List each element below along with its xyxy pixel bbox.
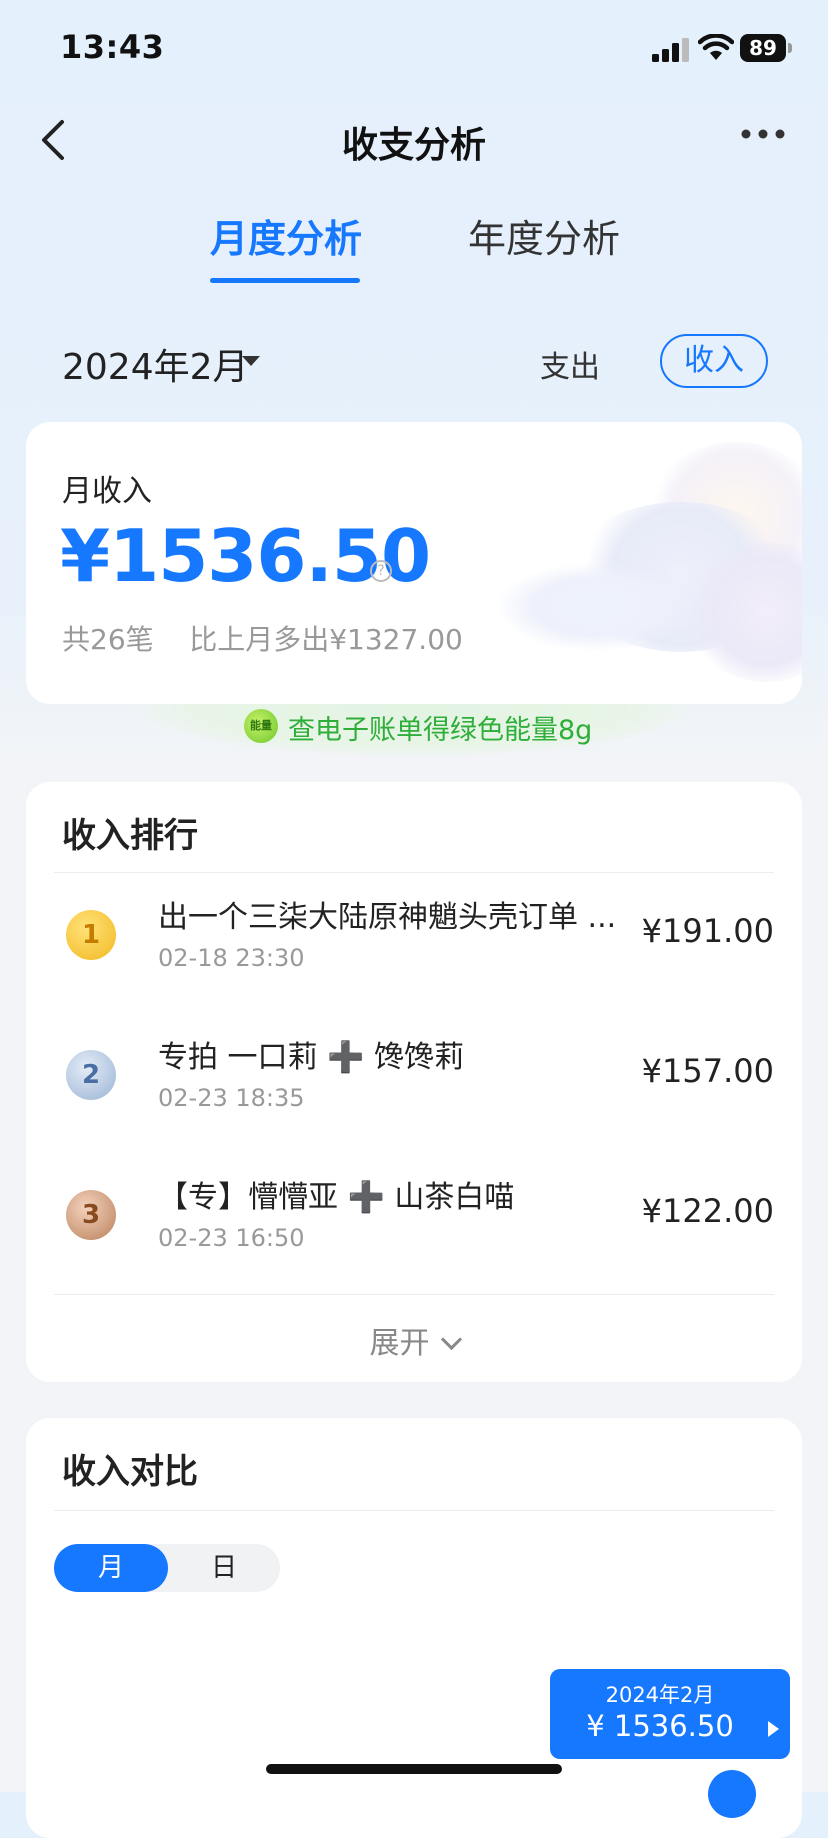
ranking-row[interactable]: 1 出一个三柒大陆原神魈头壳订单 ... 02-18 23:30 ¥191.00 <box>26 876 802 1016</box>
monthly-income-amount: ¥1536.50 <box>60 514 431 598</box>
income-compare-card: 收入对比 月 日 2024年2月 ¥ 1536.50 <box>26 1418 802 1838</box>
compare-title: 收入对比 <box>62 1452 198 1492</box>
ranking-item-name: 出一个三柒大陆原神魈头壳订单 ... <box>158 900 617 935</box>
more-dots-icon[interactable] <box>740 124 786 144</box>
expand-button[interactable]: 展开 <box>26 1318 802 1362</box>
rank-medal-1: 1 <box>66 910 116 960</box>
income-toggle[interactable]: 收入 <box>660 334 768 388</box>
chart-point[interactable] <box>708 1770 756 1818</box>
ranking-title: 收入排行 <box>62 816 198 856</box>
signal-icon <box>652 38 689 62</box>
tab-yearly-analysis[interactable]: 年度分析 <box>468 208 620 263</box>
ranking-item-amount: ¥157.00 <box>641 1052 774 1090</box>
ranking-row[interactable]: 3 【专】懵懵亚 ➕ 山茶白喵 02-23 16:50 ¥122.00 <box>26 1156 802 1296</box>
play-arrow-icon <box>768 1721 779 1737</box>
tab-monthly-analysis[interactable]: 月度分析 <box>210 208 362 263</box>
battery-level: 89 <box>740 34 786 62</box>
income-ranking-card: 收入排行 1 出一个三柒大陆原神魈头壳订单 ... 02-18 23:30 ¥1… <box>26 782 802 1382</box>
home-indicator <box>266 1764 562 1774</box>
monthly-income-label: 月收入 <box>62 474 152 509</box>
monthly-income-card: 月收入 ¥1536.50 ? 共26笔 比上月多出¥1327.00 <box>26 422 802 704</box>
chart-tooltip[interactable]: 2024年2月 ¥ 1536.50 <box>550 1669 790 1759</box>
monthly-summary: 共26笔 比上月多出¥1327.00 <box>62 623 463 656</box>
period-selector[interactable]: 2024年2月 <box>62 338 249 390</box>
ranking-row[interactable]: 2 专拍 一口莉 ➕ 馋馋莉 02-23 18:35 ¥157.00 <box>26 1016 802 1156</box>
rank-medal-2: 2 <box>66 1050 116 1100</box>
ranking-item-time: 02-23 16:50 <box>158 1224 305 1252</box>
chevron-down-icon <box>440 1328 462 1351</box>
rank-medal-3: 3 <box>66 1190 116 1240</box>
ranking-item-amount: ¥122.00 <box>641 1192 774 1230</box>
divider <box>54 1510 774 1511</box>
status-time: 13:43 <box>60 28 165 66</box>
divider <box>54 1294 774 1295</box>
granularity-toggle: 月 日 <box>54 1544 280 1592</box>
tooltip-period: 2024年2月 <box>605 1683 715 1707</box>
toggle-day[interactable]: 日 <box>168 1544 280 1592</box>
energy-link[interactable]: 查电子账单得绿色能量8g <box>288 708 592 747</box>
help-icon[interactable]: ? <box>370 560 392 582</box>
expand-label: 展开 <box>369 1326 430 1361</box>
active-tab-indicator <box>210 278 360 283</box>
energy-icon: 能量 <box>244 709 278 743</box>
tooltip-amount: ¥ 1536.50 <box>586 1709 734 1743</box>
ranking-item-name: 【专】懵懵亚 ➕ 山茶白喵 <box>158 1180 515 1215</box>
ranking-item-time: 02-23 18:35 <box>158 1084 305 1112</box>
ranking-item-name: 专拍 一口莉 ➕ 馋馋莉 <box>158 1040 464 1075</box>
ranking-item-time: 02-18 23:30 <box>158 944 305 972</box>
expense-toggle[interactable]: 支出 <box>540 342 600 386</box>
wifi-icon <box>698 34 734 60</box>
toggle-month[interactable]: 月 <box>54 1544 168 1592</box>
divider <box>54 872 774 873</box>
ranking-item-amount: ¥191.00 <box>641 912 774 950</box>
page-title: 收支分析 <box>341 125 486 166</box>
caret-down-icon[interactable] <box>242 356 260 366</box>
battery-icon: 89 <box>740 34 792 62</box>
